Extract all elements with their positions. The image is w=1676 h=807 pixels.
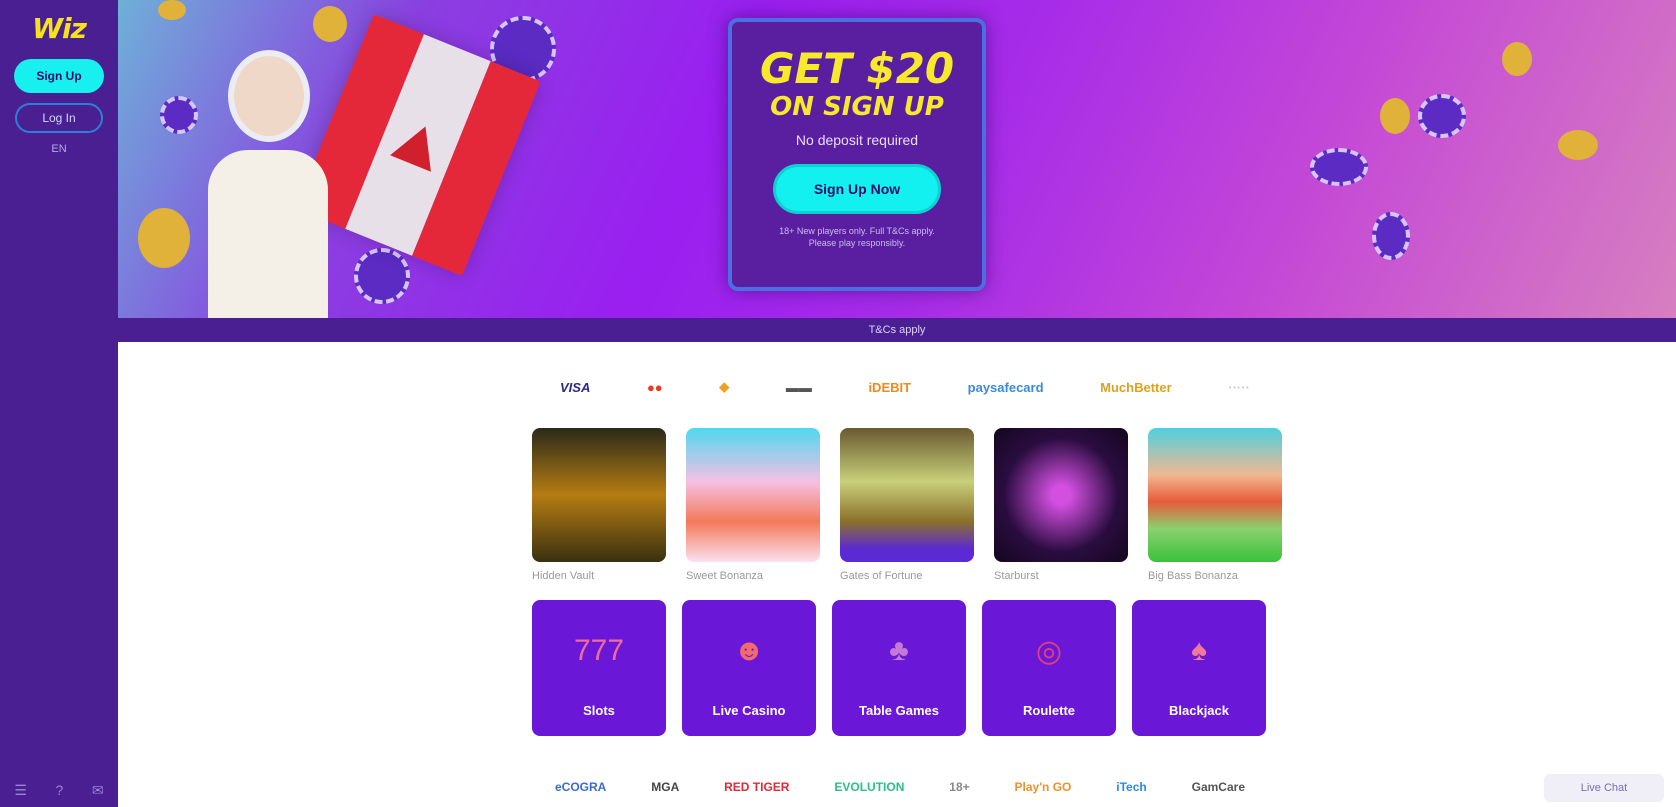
game-tile[interactable]: Big Bass Bonanza bbox=[1148, 428, 1282, 584]
game-tile[interactable]: Sweet Bonanza bbox=[686, 428, 820, 584]
promo-terms: 18+ New players only. Full T&Cs apply. P… bbox=[779, 226, 935, 248]
help-icon[interactable]: ? bbox=[56, 782, 64, 799]
paysafecard-logo: paysafecard bbox=[967, 379, 1044, 395]
game-thumbnail[interactable] bbox=[840, 428, 974, 562]
game-title: Hidden Vault bbox=[532, 570, 595, 582]
category-icon: ♠ bbox=[1191, 634, 1207, 667]
mail-icon[interactable]: ✉ bbox=[92, 782, 104, 799]
partner-logo: Play'n GO bbox=[1014, 780, 1072, 794]
promo-subheadline: ON SIGN UP bbox=[770, 92, 944, 122]
category-label: Table Games bbox=[859, 703, 939, 718]
coin-decoration bbox=[313, 6, 347, 42]
partner-logo: iTech bbox=[1116, 780, 1147, 794]
signup-button[interactable]: Sign Up bbox=[14, 59, 104, 93]
game-thumbnail[interactable] bbox=[994, 428, 1128, 562]
mastercard-logo: ●● bbox=[646, 379, 663, 395]
partner-logo: EVOLUTION bbox=[834, 780, 905, 794]
game-title: Sweet Bonanza bbox=[686, 570, 764, 582]
payment-methods: VISA ●● ◆ ▬▬ iDEBIT paysafecard MuchBett… bbox=[560, 372, 1250, 402]
coin-decoration bbox=[138, 208, 190, 268]
category-icon: ☻ bbox=[733, 634, 765, 667]
game-grid: Hidden Vault Sweet Bonanza Gates of Fortun… bbox=[532, 428, 1282, 584]
payment-logo: ▬▬ bbox=[785, 379, 812, 395]
category-tile[interactable]: ♣ Table Games bbox=[832, 600, 966, 736]
coin-decoration bbox=[1380, 98, 1410, 134]
game-tile[interactable]: Hidden Vault bbox=[532, 428, 666, 584]
promo-headline: GET $20 bbox=[759, 44, 955, 93]
payment-logo: ····· bbox=[1228, 379, 1250, 395]
coin-decoration bbox=[1502, 42, 1532, 76]
chip-decoration bbox=[1418, 94, 1466, 138]
category-label: Blackjack bbox=[1169, 703, 1229, 718]
category-tile[interactable]: ♠ Blackjack bbox=[1132, 600, 1266, 736]
category-grid: 777 Slots ☻ Live Casino ♣ Table Games ◎ Roulett… bbox=[532, 600, 1266, 736]
partner-logo: MGA bbox=[651, 780, 680, 794]
chip-decoration bbox=[1372, 212, 1410, 260]
promo-card: GET $20 ON SIGN UP No deposit required S… bbox=[728, 18, 986, 291]
partner-logo: 18+ bbox=[949, 780, 970, 794]
category-tile[interactable]: 777 Slots bbox=[532, 600, 666, 736]
visa-logo: VISA bbox=[560, 379, 591, 395]
chip-decoration bbox=[1310, 148, 1368, 186]
category-label: Slots bbox=[583, 703, 615, 718]
promo-signup-button[interactable]: Sign Up Now bbox=[773, 164, 941, 214]
game-tile[interactable]: Gates of Fortune bbox=[840, 428, 974, 584]
category-icon: 777 bbox=[573, 634, 625, 667]
category-icon: ♣ bbox=[889, 634, 909, 667]
game-thumbnail[interactable] bbox=[686, 428, 820, 562]
hero-banner: GET $20 ON SIGN UP No deposit required S… bbox=[118, 0, 1676, 318]
payment-logo: ◆ bbox=[719, 379, 730, 394]
sidebar: Wiz Sign Up Log In EN ☰ ? ✉ bbox=[0, 0, 118, 807]
partner-logos: eCOGRA MGA RED TIGER EVOLUTION 18+ Play'… bbox=[555, 776, 1245, 798]
partner-logo: RED TIGER bbox=[724, 780, 790, 794]
site-logo[interactable]: Wiz bbox=[32, 12, 87, 45]
game-title: Starburst bbox=[994, 570, 1039, 582]
category-tile[interactable]: ◎ Roulette bbox=[982, 600, 1116, 736]
category-label: Live Casino bbox=[712, 703, 786, 718]
live-chat-button[interactable]: Live Chat bbox=[1544, 774, 1664, 802]
coin-decoration bbox=[1558, 130, 1598, 160]
partner-logo: eCOGRA bbox=[555, 780, 607, 794]
game-thumbnail[interactable] bbox=[1148, 428, 1282, 562]
game-title: Gates of Fortune bbox=[840, 570, 923, 582]
category-icon: ◎ bbox=[1035, 634, 1063, 668]
chip-decoration bbox=[354, 248, 410, 304]
partner-logo: GamCare bbox=[1191, 780, 1245, 794]
game-tile[interactable]: Starburst bbox=[994, 428, 1128, 584]
coin-decoration bbox=[158, 0, 186, 20]
info-bar: T&Cs apply bbox=[118, 318, 1676, 342]
sidebar-footer: ☰ ? ✉ bbox=[0, 782, 118, 799]
category-label: Roulette bbox=[1023, 703, 1075, 718]
game-title: Big Bass Bonanza bbox=[1148, 570, 1238, 582]
promo-note: No deposit required bbox=[795, 132, 919, 148]
muchbetter-logo: MuchBetter bbox=[1100, 379, 1172, 395]
login-button[interactable]: Log In bbox=[15, 103, 103, 133]
category-tile[interactable]: ☻ Live Casino bbox=[682, 600, 816, 736]
game-thumbnail[interactable] bbox=[532, 428, 666, 562]
idebit-logo: iDEBIT bbox=[868, 379, 912, 395]
menu-icon[interactable]: ☰ bbox=[14, 782, 27, 799]
language-selector[interactable]: EN bbox=[51, 143, 66, 155]
mascot-image bbox=[188, 40, 338, 318]
